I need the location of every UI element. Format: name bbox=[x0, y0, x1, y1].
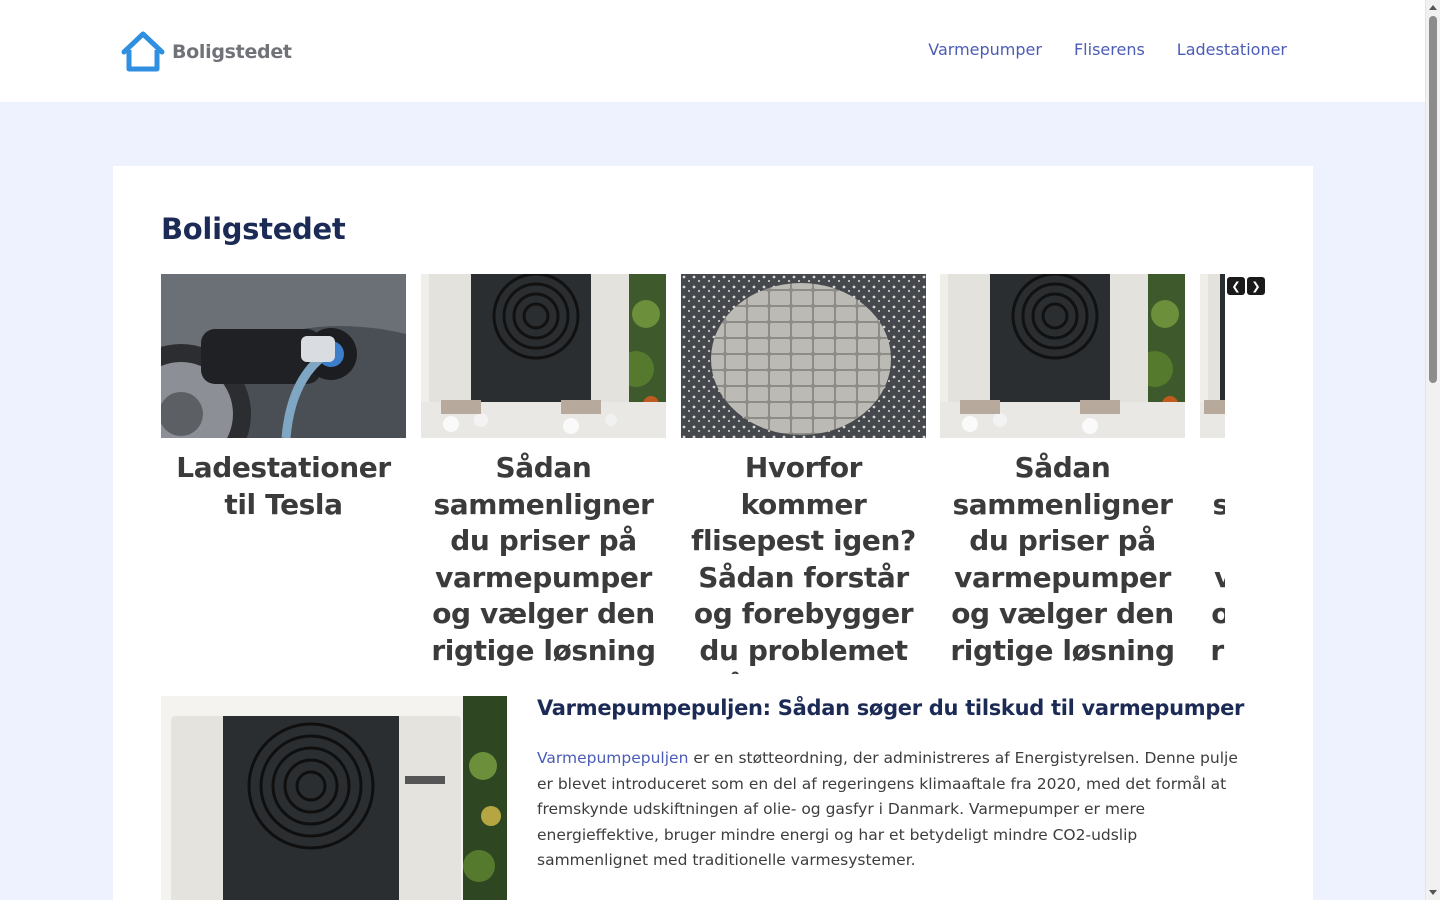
nav-link-ladestationer[interactable]: Ladestationer bbox=[1177, 40, 1287, 59]
carousel-controls: ❮ ❯ bbox=[1227, 277, 1265, 295]
carousel-slide[interactable]: Sådan sammenligner du priser på varmepum… bbox=[1200, 274, 1225, 669]
ev-charging-image bbox=[161, 274, 406, 438]
site-header: Boligstedet Varmepumper Fliserens Ladest… bbox=[0, 0, 1425, 102]
slide-title: Sådan sammenligner du priser på varmepum… bbox=[431, 451, 656, 667]
feature-body: er en støtteordning, der administreres a… bbox=[537, 749, 1238, 869]
slide-title: Ladestationer til Tesla bbox=[176, 451, 391, 521]
content-card: Boligstedet Ladestationer til Tesla Såda… bbox=[113, 166, 1313, 900]
carousel-slide[interactable]: Ladestationer til Tesla bbox=[161, 274, 406, 523]
main-nav: Varmepumper Fliserens Ladestationer bbox=[928, 40, 1287, 59]
scroll-down-arrow-icon[interactable] bbox=[1429, 890, 1437, 895]
logo-text: Boligstedet bbox=[172, 41, 292, 63]
carousel-prev-button[interactable]: ❮ bbox=[1227, 277, 1245, 295]
slide-title: Sådan sammenligner du priser på varmepum… bbox=[950, 451, 1175, 667]
slide-title: Hvorfor kommer flisepest igen? Sådan for… bbox=[691, 451, 916, 674]
carousel-next-button[interactable]: ❯ bbox=[1247, 277, 1265, 295]
post-carousel: Ladestationer til Tesla Sådan sammenlign… bbox=[161, 274, 1225, 674]
page-scrollbar[interactable] bbox=[1425, 0, 1440, 900]
nav-link-varmepumper[interactable]: Varmepumper bbox=[928, 40, 1042, 59]
feature-text: Varmepumpepuljen er en støtteordning, de… bbox=[537, 746, 1249, 874]
heat-pump-image bbox=[421, 274, 666, 438]
feature-heat-pump-image[interactable] bbox=[161, 696, 507, 900]
chevron-right-icon: ❯ bbox=[1251, 279, 1261, 293]
scrollbar-thumb[interactable] bbox=[1429, 16, 1437, 383]
nav-link-fliserens[interactable]: Fliserens bbox=[1074, 40, 1145, 59]
chevron-left-icon: ❮ bbox=[1231, 279, 1241, 293]
feature-title[interactable]: Varmepumpepuljen: Sådan søger du tilskud… bbox=[537, 696, 1257, 720]
heat-pump-image bbox=[940, 274, 1185, 438]
carousel-slide[interactable]: Sådan sammenligner du priser på varmepum… bbox=[421, 274, 666, 669]
varmepumpepuljen-link[interactable]: Varmepumpepuljen bbox=[537, 749, 688, 767]
patio-tiles-image bbox=[681, 274, 926, 438]
slide-title: Sådan sammenligner du priser på varmepum… bbox=[1210, 487, 1225, 667]
page-title: Boligstedet bbox=[161, 212, 346, 246]
scroll-up-arrow-icon[interactable] bbox=[1429, 5, 1437, 10]
carousel-slide[interactable]: Sådan sammenligner du priser på varmepum… bbox=[940, 274, 1185, 669]
carousel-slide[interactable]: Hvorfor kommer flisepest igen? Sådan for… bbox=[681, 274, 926, 674]
house-logo-icon bbox=[121, 31, 165, 72]
site-logo[interactable]: Boligstedet bbox=[120, 30, 292, 74]
heat-pump-image bbox=[1200, 274, 1225, 438]
